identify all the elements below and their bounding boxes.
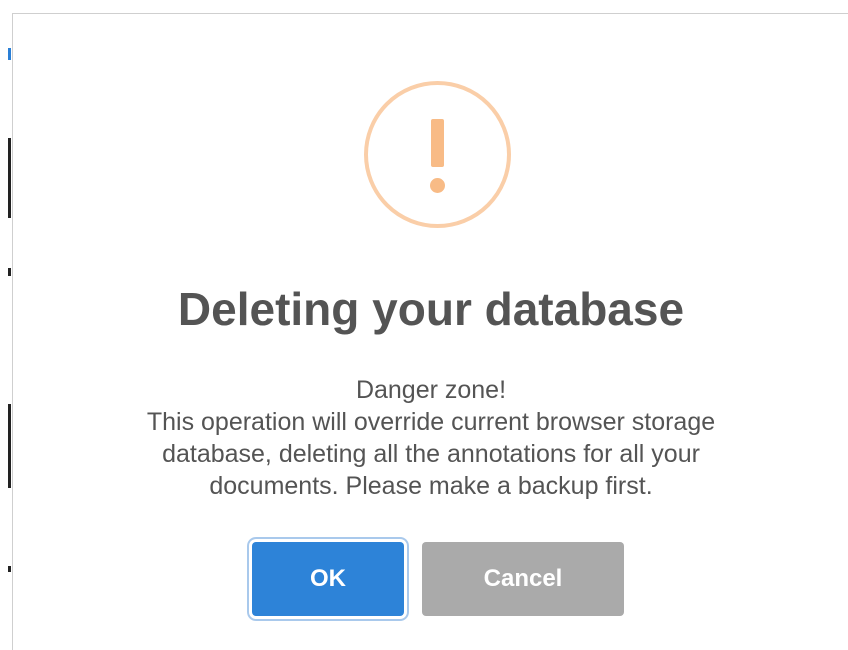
- background-mark: [8, 138, 11, 218]
- background-mark: [8, 566, 11, 572]
- content-line: database, deleting all the annotations f…: [162, 440, 700, 468]
- warning-icon-bar: [431, 119, 444, 167]
- content-line: Danger zone!: [355, 376, 507, 404]
- confirm-dialog: Deleting your database Danger zone! This…: [12, 13, 848, 650]
- warning-icon-dot: [430, 178, 445, 193]
- warning-icon: [364, 81, 511, 228]
- background-mark: [8, 268, 11, 276]
- background-page-edge: [0, 0, 12, 650]
- cancel-button[interactable]: Cancel: [422, 542, 624, 616]
- ok-button[interactable]: OK: [252, 542, 404, 616]
- dialog-content: Danger zone! This operation will overrid…: [81, 374, 781, 502]
- background-mark: [8, 404, 11, 488]
- background-accent: [8, 48, 11, 60]
- dialog-actions: OK Cancel: [249, 536, 639, 622]
- dialog-title: Deleting your database: [177, 283, 685, 335]
- content-line: documents. Please make a backup first.: [209, 472, 653, 500]
- content-line: This operation will override current bro…: [146, 408, 716, 436]
